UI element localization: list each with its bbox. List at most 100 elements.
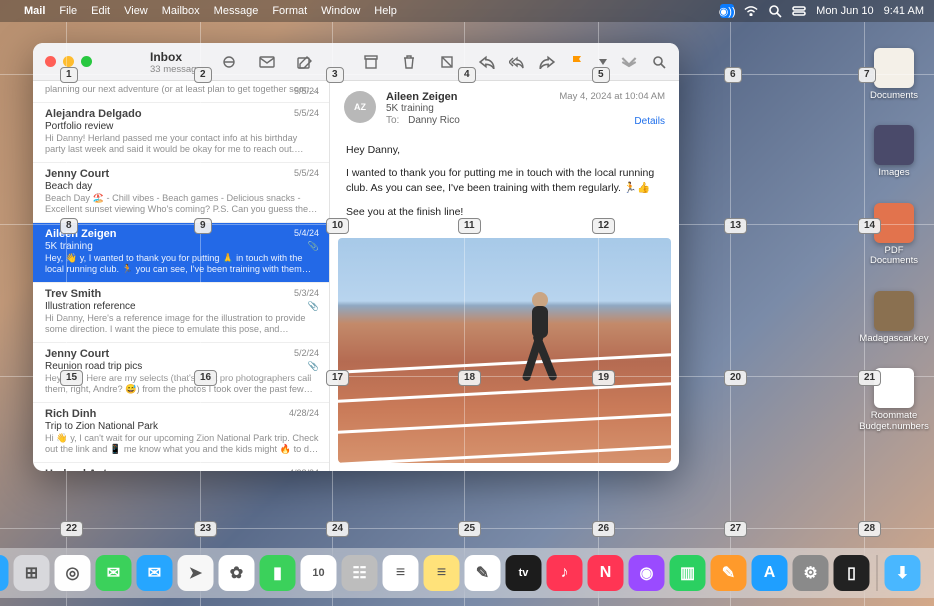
menu-message[interactable]: Message [214,5,259,17]
menubar-time[interactable]: 9:41 AM [884,5,924,17]
reader-date: May 4, 2024 at 10:04 AM [559,91,665,102]
desktop-item[interactable]: Roommate Budget.numbers [859,368,929,432]
reply-all-icon[interactable] [509,55,525,69]
reply-icon[interactable] [479,55,495,69]
dock-app-photos[interactable]: ✿ [219,555,255,591]
dock-downloads[interactable]: ⬇ [885,555,921,591]
dock-app-tv[interactable]: tv [506,555,542,591]
dock-app-podcasts[interactable]: ◉ [629,555,665,591]
message-date: 5/4/24 [294,228,319,238]
message-row[interactable]: Trev Smith5/3/24📎Illustration referenceH… [33,283,329,343]
menu-format[interactable]: Format [272,5,307,17]
message-row[interactable]: 5/5/24planning our next adventure (or at… [33,81,329,103]
message-preview: Hi 👋 y, I can't wait for our upcoming Zi… [45,433,319,456]
grid-cell-label: 28 [858,521,881,537]
dock-trash[interactable]: 🗑️ [926,555,934,591]
trash-icon[interactable] [401,55,417,69]
message-row[interactable]: Alejandra Delgado5/5/24Portfolio reviewH… [33,103,329,163]
desktop-item[interactable]: Madagascar.key [859,291,928,344]
menu-file[interactable]: File [59,5,77,17]
filter-icon[interactable] [221,55,237,69]
dock-app-reminders[interactable]: ≡ [383,555,419,591]
menubar: Mail File Edit View Mailbox Message Form… [0,0,934,22]
message-from: Rich Dinh [45,408,319,420]
spotlight-icon[interactable] [768,4,782,18]
menu-mailbox[interactable]: Mailbox [162,5,200,17]
desktop-thumb [874,203,914,243]
desktop-label: Images [878,168,909,178]
body-para: Hey Danny, [346,143,663,158]
dock-app-messages[interactable]: ✉ [96,555,132,591]
edit-icon[interactable] [297,55,313,69]
message-subject: Beach day [45,181,319,192]
desktop-icons: DocumentsImagesPDF DocumentsMadagascar.k… [864,48,924,432]
details-link[interactable]: Details [559,116,665,127]
desktop-item[interactable]: PDF Documents [864,203,924,267]
attached-image[interactable] [338,238,671,463]
dock-app-launchpad[interactable]: ⊞ [14,555,50,591]
message-date: 4/28/24 [289,468,319,472]
message-subject: 5K training [45,241,319,252]
message-from: Herland Antezana [45,468,319,472]
message-row[interactable]: Rich Dinh4/28/24Trip to Zion National Pa… [33,403,329,463]
dock-app-news[interactable]: N [588,555,624,591]
message-subject: Reunion road trip pics [45,361,319,372]
dock-app-pages[interactable]: ✎ [711,555,747,591]
window-close-button[interactable] [45,56,56,67]
dock-app-music[interactable]: ♪ [547,555,583,591]
dock-app-maps[interactable]: ➤ [178,555,214,591]
message-preview: Hey, y'all! Here are my selects (that's … [45,373,319,396]
body-para: I wanted to thank you for putting me in … [346,166,663,196]
menubar-app-name[interactable]: Mail [24,5,45,17]
message-row[interactable]: Herland Antezana4/28/24📎ResumeI've attac… [33,463,329,472]
desktop-label: Documents [870,91,918,101]
message-list[interactable]: 5/5/24planning our next adventure (or at… [33,81,330,471]
grid-cell-label: 23 [194,521,217,537]
message-row[interactable]: Jenny Court5/2/24📎Reunion road trip pics… [33,343,329,403]
dock-app-calendar[interactable]: 10 [301,555,337,591]
menu-window[interactable]: Window [321,5,360,17]
message-row[interactable]: Aileen Zeigen5/4/24📎5K trainingHey, 👋 y,… [33,223,329,283]
compose-icon[interactable] [259,55,275,69]
desktop-item[interactable]: Images [874,125,914,178]
message-preview: planning our next adventure (or at least… [45,84,319,96]
window-zoom-button[interactable] [81,56,92,67]
dock-app-freeform[interactable]: ✎ [465,555,501,591]
message-from: Aileen Zeigen [45,228,319,240]
junk-icon[interactable] [439,55,455,69]
control-center-icon[interactable] [792,4,806,18]
reader-body: Hey Danny, I wanted to thank you for put… [330,133,679,238]
menu-help[interactable]: Help [374,5,397,17]
dock-app-settings[interactable]: ⚙ [793,555,829,591]
dock-app-facetime[interactable]: ▮ [260,555,296,591]
dock-app-safari[interactable]: ◎ [55,555,91,591]
grid-cell-label: 6 [724,67,742,83]
archive-icon[interactable] [363,55,379,69]
message-date: 5/3/24 [294,288,319,298]
desktop-thumb [874,125,914,165]
forward-icon[interactable] [539,55,555,69]
dock-app-appstore[interactable]: A [752,555,788,591]
menubar-date[interactable]: Mon Jun 10 [816,5,873,17]
mail-toolbar: Inbox 33 messages [33,43,679,81]
dock-app-contacts[interactable]: ☷ [342,555,378,591]
message-from: Alejandra Delgado [45,108,319,120]
flag-menu-chevron-icon[interactable] [599,55,607,69]
message-row[interactable]: Jenny Court5/5/24Beach dayBeach Day 🏖️ -… [33,163,329,223]
dock-app-notes[interactable]: ≡ [424,555,460,591]
grid-cell-label: 26 [592,521,615,537]
menu-edit[interactable]: Edit [91,5,110,17]
desktop-item[interactable]: Documents [870,48,918,101]
wifi-icon[interactable] [744,4,758,18]
search-icon[interactable] [651,55,667,69]
dock-app-iphone[interactable]: ▯ [834,555,870,591]
menu-view[interactable]: View [124,5,148,17]
desktop-thumb [874,48,914,88]
dock-app-numbers[interactable]: ▥ [670,555,706,591]
voice-control-icon[interactable]: ◉)) [720,4,734,18]
more-icon[interactable] [621,55,637,69]
dock-app-finder[interactable]: ☺ [0,555,9,591]
dock-app-mail[interactable]: ✉ [137,555,173,591]
flag-icon[interactable] [569,55,585,69]
window-minimize-button[interactable] [63,56,74,67]
